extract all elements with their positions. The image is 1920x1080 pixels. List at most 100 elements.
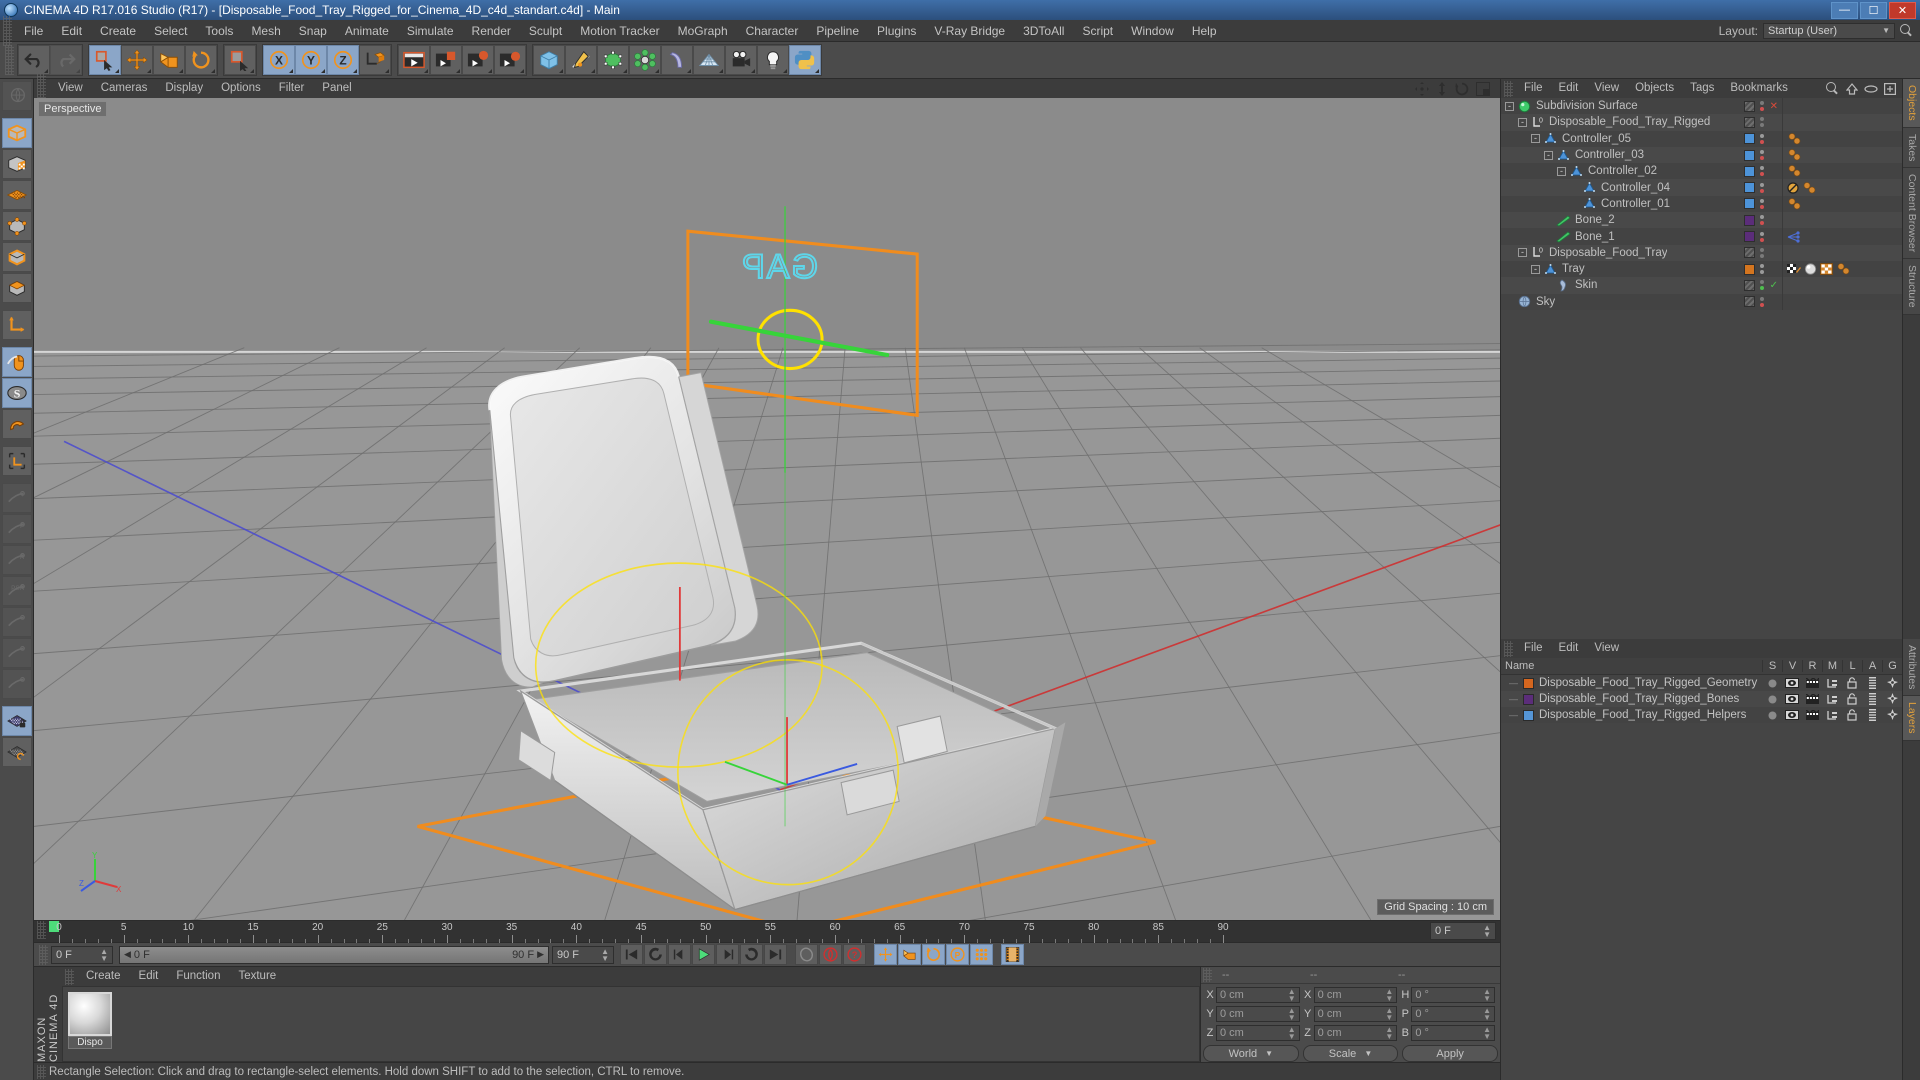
timeline-ruler[interactable]: 0 5 10 15 20 25 30 35 40 45 50 55 60 65 70 75 80 85 90 [49,921,1427,943]
layer-color-chip[interactable] [1744,198,1755,210]
corner-expand-icon[interactable] [655,69,659,73]
layer-row[interactable]: — Disposable_Food_Tray_Rigged_Helpers [1501,707,1902,723]
sidetab-content-browser[interactable]: Content Browser [1903,168,1920,260]
corner-expand-icon[interactable] [751,69,755,73]
editor-visibility-dot[interactable] [1760,166,1764,171]
statusbar-grip[interactable] [37,1064,46,1079]
editor-visibility-dot[interactable] [1760,231,1764,236]
coordinates-grip[interactable] [1203,968,1212,982]
toolbar-grip[interactable] [5,45,14,75]
position-key-button[interactable] [874,944,897,965]
add-environment-button[interactable] [693,45,725,75]
layer-render-toggle[interactable] [1802,709,1822,721]
polygon-mode-button[interactable] [1,273,32,303]
object-row[interactable]: Controller_04 [1501,179,1902,196]
layer-manager-toggle[interactable] [1822,678,1842,689]
expander-collapse-icon[interactable]: - [1544,150,1553,160]
layout-dropdown[interactable]: Startup (User) ▼ [1763,22,1895,39]
layer-animation-toggle[interactable] [1862,677,1882,689]
rotation-key-button[interactable] [922,944,945,965]
visibility-dots[interactable] [1760,247,1764,258]
tag-texture-icon[interactable] [1820,263,1833,276]
time-scrubber[interactable]: ◀ 0 F 90 F ▶ [119,945,549,964]
menu-item-render[interactable]: Render [463,20,520,42]
live-selection-button[interactable] [89,45,121,75]
menubar-grip[interactable] [3,15,12,46]
menu-item-panel[interactable]: Panel [313,79,360,98]
corner-expand-icon[interactable] [623,69,627,73]
menu-item-file[interactable]: File [1516,639,1551,658]
player-grip[interactable] [39,944,48,965]
layer-visibility-toggle[interactable] [1782,678,1802,688]
sidetab-takes[interactable]: Takes [1903,127,1920,169]
maximize-view-icon[interactable] [1476,81,1490,96]
render-visibility-dot[interactable] [1760,156,1764,161]
spinner-icon[interactable]: ▲ ▼ [1385,1006,1393,1021]
render-visibility-dot[interactable] [1760,139,1764,144]
object-row[interactable]: Sky [1501,293,1902,310]
previous-frame-button[interactable] [668,944,691,965]
layer-lock-toggle[interactable] [1842,709,1862,721]
tag-null-pair-icon[interactable] [1787,198,1804,210]
menu-item-function[interactable]: Function [167,967,229,986]
menu-item-view[interactable]: View [49,79,92,98]
render-visibility-dot[interactable] [1760,188,1764,193]
editor-visibility-dot[interactable] [1759,101,1764,106]
tag-protection-icon[interactable] [1787,182,1799,194]
object-row[interactable]: Skin ✓ [1501,277,1902,294]
layer-color-chip[interactable] [1744,296,1755,308]
menu-item-tags[interactable]: Tags [1682,79,1722,98]
editor-visibility-dot[interactable] [1760,215,1764,220]
python-button[interactable] [789,45,821,75]
timeline-button[interactable] [1001,944,1024,965]
spinner-icon[interactable]: ▲ ▼ [1288,1025,1296,1040]
render-region-button[interactable] [430,45,462,75]
spinner-icon[interactable]: ▲ ▼ [1385,987,1393,1002]
menu-item-plugins[interactable]: Plugins [868,20,925,42]
render-visibility-dot[interactable] [1759,107,1764,112]
layer-row[interactable]: — Disposable_Food_Tray_Rigged_Geometry [1501,675,1902,691]
render-visibility-dot[interactable] [1760,237,1764,242]
layer-color-chip[interactable] [1744,214,1755,226]
corner-expand-icon[interactable] [719,69,723,73]
model-mode-button[interactable] [1,118,32,148]
corner-expand-icon[interactable] [456,69,460,73]
layer-visibility-toggle[interactable] [1782,694,1802,704]
corner-expand-icon[interactable] [559,69,563,73]
tag-uvw-icon[interactable] [1787,263,1801,275]
material-item[interactable]: Dispo [68,992,114,1049]
layer-color-chip[interactable] [1744,263,1755,275]
material-list[interactable]: Dispo [62,986,1200,1062]
apply-button[interactable]: Apply [1402,1045,1499,1062]
object-row[interactable]: Controller_01 [1501,195,1902,213]
edge-mode-button[interactable] [1,242,32,272]
timeline-end-frame-field[interactable]: 0 F ▲ ▼ [1430,922,1496,940]
end-frame-field[interactable]: 90 F ▲ ▼ [552,945,614,964]
spinner-icon[interactable]: ▲ ▼ [1483,1025,1491,1040]
visibility-dots[interactable] [1760,117,1764,128]
visibility-dots[interactable] [1760,182,1764,193]
param-key-button[interactable]: P [946,944,969,965]
coord-field-position-x[interactable]: 0 cm ▲ ▼ [1216,986,1300,1003]
layer-color-chip[interactable] [1744,247,1755,259]
lock-x-button[interactable]: X [263,45,295,75]
layer-animation-toggle[interactable] [1862,693,1882,705]
corner-expand-icon[interactable] [591,69,595,73]
corner-expand-icon[interactable] [179,69,183,73]
menu-item-bookmarks[interactable]: Bookmarks [1722,79,1796,98]
add-spline-button[interactable] [565,45,597,75]
layer-manager-toggle[interactable] [1822,694,1842,705]
previous-key-button[interactable] [644,944,667,965]
menu-item-motion-tracker[interactable]: Motion Tracker [571,20,668,42]
menu-item-create[interactable]: Create [77,967,130,986]
menu-item-edit[interactable]: Edit [130,967,168,986]
move-button[interactable] [121,45,153,75]
editor-visibility-dot[interactable] [1760,247,1764,252]
menu-item-pipeline[interactable]: Pipeline [807,20,868,42]
rectangle-selection-button[interactable] [224,45,256,75]
menu-item-3dtoall[interactable]: 3DToAll [1014,20,1073,42]
object-axis-button[interactable] [1,310,32,340]
layer-color-chip[interactable] [1743,100,1755,112]
menu-item-display[interactable]: Display [156,79,212,98]
corner-expand-icon[interactable] [488,69,492,73]
